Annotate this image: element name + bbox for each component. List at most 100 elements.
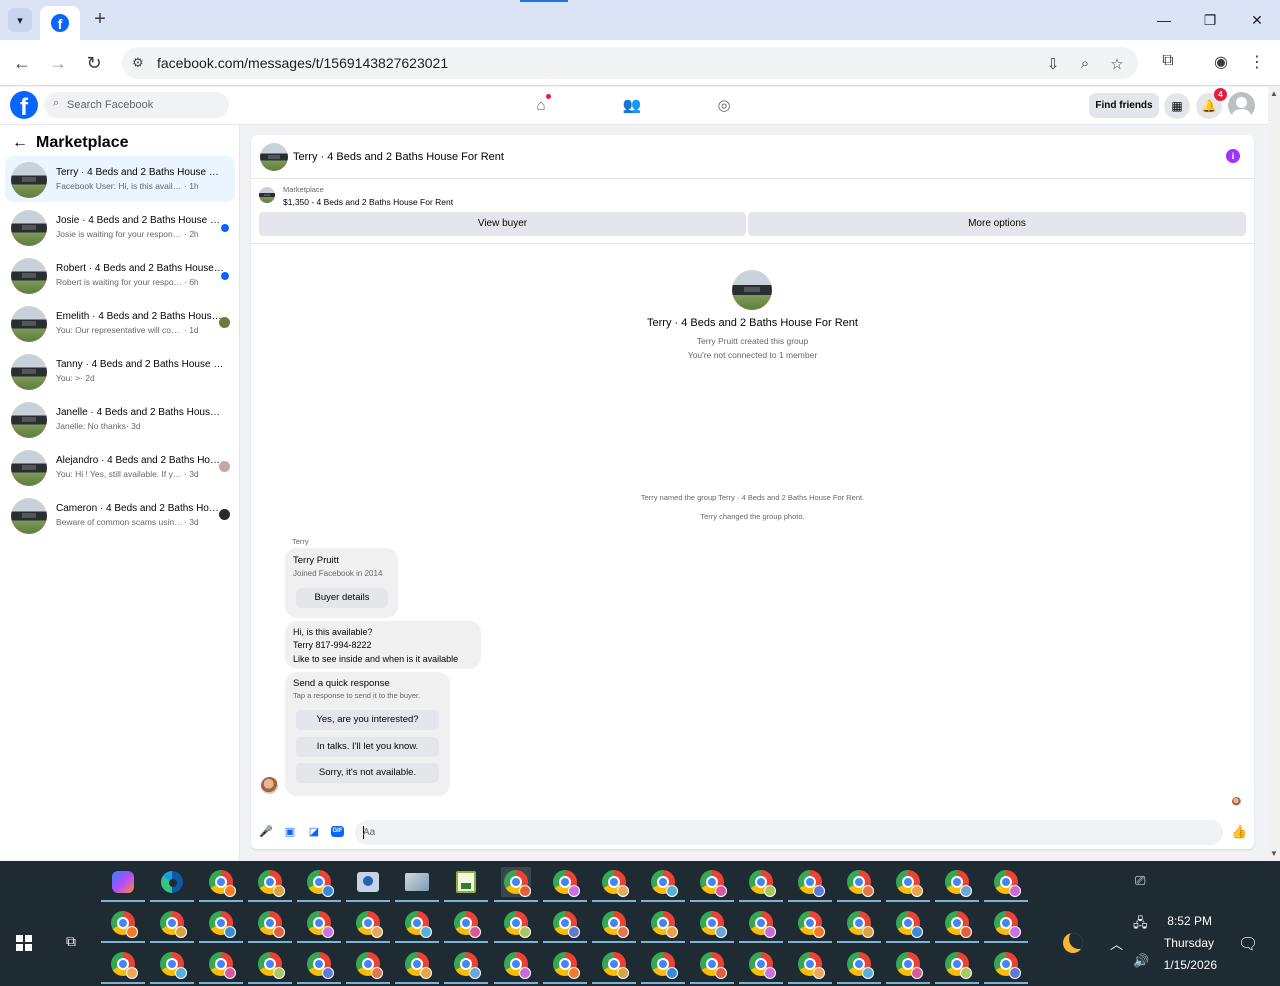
more-menu-icon[interactable]: ⋮ bbox=[1246, 52, 1268, 72]
chrome-profile-icon[interactable] bbox=[837, 949, 881, 984]
chrome-profile-icon[interactable] bbox=[444, 949, 488, 984]
chrome-profile-icon[interactable] bbox=[346, 949, 390, 984]
chrome-profile-icon[interactable] bbox=[592, 949, 636, 984]
account-avatar[interactable] bbox=[1228, 92, 1255, 119]
extensions-icon[interactable]: ⧉ bbox=[1157, 52, 1179, 70]
conversation-item[interactable]: Emelith · 4 Beds and 2 Baths House For R… bbox=[5, 300, 235, 346]
notepad-app-icon[interactable] bbox=[444, 867, 488, 902]
site-settings-icon[interactable]: ⚙ bbox=[132, 55, 144, 71]
chrome-profile-icon[interactable] bbox=[248, 908, 292, 943]
notification-center-icon[interactable]: 🗨 bbox=[1238, 934, 1258, 954]
zoom-icon[interactable]: ⌕ bbox=[1076, 55, 1094, 72]
facebook-logo[interactable]: f bbox=[10, 91, 38, 119]
scroll-down-icon[interactable]: ▼ bbox=[1270, 849, 1278, 858]
chrome-profile-icon[interactable] bbox=[150, 908, 194, 943]
clock-day[interactable]: Thursday bbox=[1140, 936, 1214, 950]
chrome-profile-icon[interactable] bbox=[935, 908, 979, 943]
chrome-profile-icon[interactable] bbox=[199, 949, 243, 984]
groups-icon[interactable]: ◎ bbox=[713, 95, 735, 117]
profile-icon[interactable]: ◉ bbox=[1210, 52, 1232, 72]
bookmark-star-icon[interactable]: ☆ bbox=[1108, 55, 1126, 73]
chrome-profile-icon[interactable] bbox=[297, 949, 341, 984]
search-input[interactable]: ⌕ Search Facebook bbox=[44, 92, 229, 118]
conversation-item[interactable]: Robert · 4 Beds and 2 Baths House For Re… bbox=[5, 252, 235, 298]
chrome-profile-icon[interactable] bbox=[592, 908, 636, 943]
photos-app-icon[interactable] bbox=[395, 867, 439, 902]
chat-title[interactable]: Terry · 4 Beds and 2 Baths House For Ren… bbox=[293, 151, 504, 163]
chrome-profile-icon[interactable] bbox=[346, 908, 390, 943]
restore-icon[interactable]: ❐ bbox=[1198, 8, 1222, 32]
chrome-profile-icon[interactable] bbox=[494, 867, 538, 902]
back-arrow-icon[interactable]: ← bbox=[10, 51, 34, 75]
chrome-profile-icon[interactable] bbox=[297, 867, 341, 902]
chrome-profile-icon[interactable] bbox=[935, 867, 979, 902]
view-buyer-button[interactable]: View buyer bbox=[259, 212, 746, 236]
clock-date[interactable]: 1/15/2026 bbox=[1140, 958, 1217, 972]
chrome-profile-icon[interactable] bbox=[543, 908, 587, 943]
gif-icon[interactable]: GIF bbox=[331, 826, 344, 837]
reload-icon[interactable]: ↻ bbox=[82, 51, 106, 75]
sticker-icon[interactable]: ◪ bbox=[307, 825, 321, 839]
chrome-profile-icon[interactable] bbox=[641, 949, 685, 984]
chrome-profile-icon[interactable] bbox=[494, 949, 538, 984]
chrome-profile-icon[interactable] bbox=[199, 908, 243, 943]
chrome-profile-icon[interactable] bbox=[641, 867, 685, 902]
listing-thumbnail[interactable] bbox=[259, 187, 275, 203]
chrome-profile-icon[interactable] bbox=[543, 949, 587, 984]
chrome-profile-icon[interactable] bbox=[199, 867, 243, 902]
edge-browser-icon[interactable] bbox=[150, 867, 194, 902]
chrome-profile-icon[interactable] bbox=[690, 949, 734, 984]
conversation-item[interactable]: Tanny · 4 Beds and 2 Baths House For Ren… bbox=[5, 348, 235, 394]
browser-tab-facebook[interactable]: f bbox=[40, 6, 80, 40]
chrome-profile-icon[interactable] bbox=[788, 949, 832, 984]
quick-response-button[interactable]: In talks. I'll let you know. bbox=[296, 737, 439, 757]
chrome-profile-icon[interactable] bbox=[248, 949, 292, 984]
chrome-profile-icon[interactable] bbox=[837, 867, 881, 902]
chrome-profile-icon[interactable] bbox=[395, 908, 439, 943]
microphone-icon[interactable]: 🎤 bbox=[259, 825, 273, 839]
chrome-profile-icon[interactable] bbox=[886, 908, 930, 943]
address-url[interactable]: facebook.com/messages/t/1569143827623021 bbox=[157, 55, 448, 71]
copilot-app-icon[interactable] bbox=[101, 867, 145, 902]
menu-grid-icon[interactable]: ▦ bbox=[1164, 93, 1190, 119]
meet-now-icon[interactable]: ⎚ bbox=[1135, 873, 1145, 889]
show-hidden-icons-chevron-icon[interactable]: ︿ bbox=[1110, 934, 1123, 953]
scroll-up-icon[interactable]: ▲ bbox=[1270, 89, 1278, 98]
chrome-profile-icon[interactable] bbox=[984, 867, 1028, 902]
more-options-button[interactable]: More options bbox=[748, 212, 1246, 236]
plus-icon[interactable]: + bbox=[89, 8, 111, 30]
chrome-profile-icon[interactable] bbox=[788, 908, 832, 943]
chevron-down-icon[interactable]: ▾ bbox=[8, 8, 32, 32]
task-view-icon[interactable]: ⧉ bbox=[62, 933, 80, 949]
page-scrollbar[interactable]: ▲ ▼ bbox=[1268, 87, 1280, 860]
address-bar[interactable]: ⚙ facebook.com/messages/t/15691438276230… bbox=[122, 47, 1138, 79]
quick-response-button[interactable]: Yes, are you interested? bbox=[296, 710, 439, 730]
chrome-profile-icon[interactable] bbox=[984, 949, 1028, 984]
chrome-profile-icon[interactable] bbox=[690, 908, 734, 943]
sender-avatar[interactable] bbox=[261, 777, 278, 794]
info-icon[interactable]: i bbox=[1226, 149, 1240, 163]
clock-time[interactable]: 8:52 PM bbox=[1150, 914, 1212, 928]
conversation-item[interactable]: Josie · 4 Beds and 2 Baths House For Ren… bbox=[5, 204, 235, 250]
chrome-profile-icon[interactable] bbox=[101, 949, 145, 984]
chrome-profile-icon[interactable] bbox=[984, 908, 1028, 943]
network-icon[interactable]: 🖧 bbox=[1133, 914, 1148, 936]
thumbs-up-icon[interactable]: 👍 bbox=[1231, 824, 1247, 840]
conversation-item[interactable]: Alejandro · 4 Beds and 2 Baths House For… bbox=[5, 444, 235, 490]
chrome-profile-icon[interactable] bbox=[248, 867, 292, 902]
chrome-profile-icon[interactable] bbox=[395, 949, 439, 984]
minimize-icon[interactable]: — bbox=[1152, 8, 1176, 32]
group-photo-avatar[interactable] bbox=[260, 143, 288, 171]
chrome-profile-icon[interactable] bbox=[444, 908, 488, 943]
chrome-profile-icon[interactable] bbox=[788, 867, 832, 902]
back-arrow-icon[interactable]: ← bbox=[12, 134, 28, 152]
app-window-icon[interactable] bbox=[346, 867, 390, 902]
forward-arrow-icon[interactable]: → bbox=[46, 51, 70, 75]
chrome-profile-icon[interactable] bbox=[837, 908, 881, 943]
windows-start-icon[interactable] bbox=[16, 935, 32, 951]
conversation-item[interactable]: Janelle · 4 Beds and 2 Baths House For R… bbox=[5, 396, 235, 442]
chrome-profile-icon[interactable] bbox=[935, 949, 979, 984]
photo-attach-icon[interactable]: ▣ bbox=[283, 825, 297, 839]
close-icon[interactable]: ✕ bbox=[1245, 8, 1269, 32]
chrome-profile-icon[interactable] bbox=[739, 908, 783, 943]
